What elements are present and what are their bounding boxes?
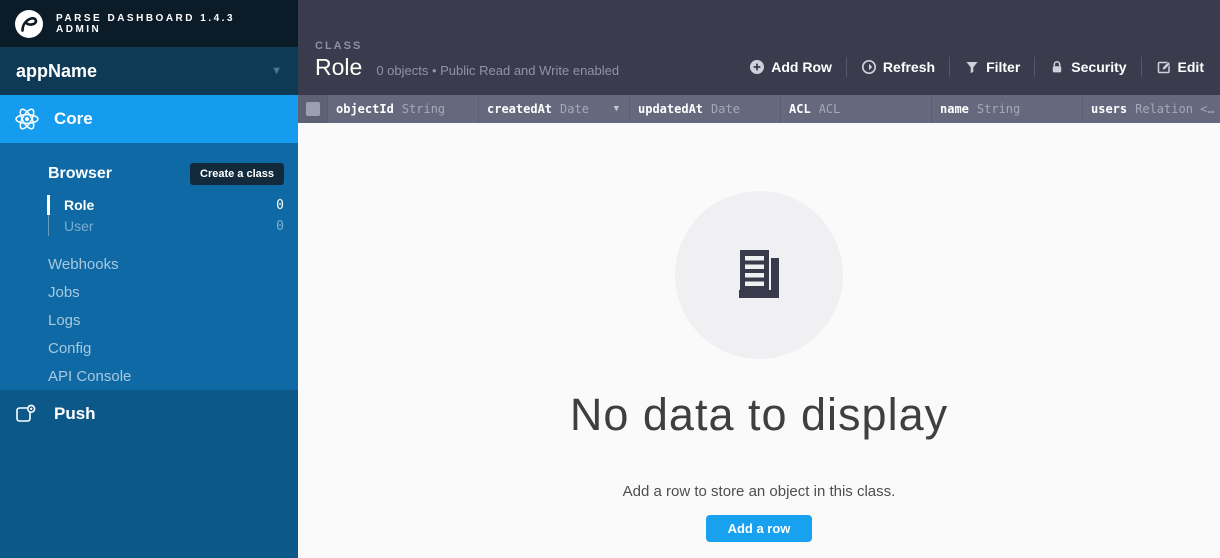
- column-name: objectId: [336, 102, 394, 116]
- atom-icon: [14, 106, 40, 132]
- brand-subtitle: ADMIN: [56, 24, 235, 35]
- toolbar-label: Add Row: [771, 59, 832, 75]
- toolbar-label: Security: [1071, 59, 1126, 75]
- select-all-cell: [298, 95, 328, 123]
- column-type: ACL: [819, 102, 841, 116]
- column-header-name[interactable]: name String: [932, 95, 1083, 123]
- sidebar-core-label: Core: [54, 109, 93, 129]
- sidebar-item-config[interactable]: Config: [0, 334, 298, 362]
- sidebar-section-push[interactable]: Push: [0, 390, 298, 558]
- add-row-toolbar-button[interactable]: Add Row: [749, 57, 832, 77]
- push-notification-icon: [14, 402, 38, 426]
- column-header-updatedat[interactable]: updatedAt Date: [630, 95, 781, 123]
- class-item-user[interactable]: User 0: [49, 216, 298, 236]
- brand-title: PARSE DASHBOARD 1.4.3: [56, 13, 235, 24]
- sidebar-item-jobs[interactable]: Jobs: [0, 278, 298, 306]
- sidebar-item-logs[interactable]: Logs: [0, 306, 298, 334]
- class-name: Role: [64, 197, 276, 213]
- class-subtitle: 0 objects • Public Read and Write enable…: [376, 63, 619, 78]
- class-list: Role 0 User 0: [48, 195, 298, 236]
- app-name: appName: [16, 61, 271, 82]
- column-header-objectid[interactable]: objectId String: [328, 95, 479, 123]
- toolbar: Add Row Refresh Filter Security: [749, 57, 1204, 77]
- add-row-button[interactable]: Add a row: [706, 515, 813, 542]
- toolbar-divider: [846, 57, 847, 77]
- sort-desc-icon: ▼: [614, 104, 629, 114]
- security-button[interactable]: Security: [1049, 57, 1126, 77]
- column-type: String: [977, 102, 1020, 116]
- column-name: createdAt: [487, 102, 552, 116]
- column-header-acl[interactable]: ACL ACL: [781, 95, 932, 123]
- sidebar: PARSE DASHBOARD 1.4.3 ADMIN appName ▼ Co…: [0, 0, 298, 558]
- lock-icon: [1049, 59, 1065, 75]
- class-item-role[interactable]: Role 0: [49, 195, 298, 215]
- column-type: Date: [711, 102, 740, 116]
- toolbar-label: Filter: [986, 59, 1020, 75]
- edit-button[interactable]: Edit: [1156, 57, 1204, 77]
- sidebar-item-browser[interactable]: Browser: [48, 165, 190, 183]
- toolbar-divider: [949, 57, 950, 77]
- class-header: CLASS Role 0 objects • Public Read and W…: [298, 0, 1220, 95]
- sidebar-push-label: Push: [54, 404, 96, 424]
- table-header: objectId String createdAt Date ▼ updated…: [298, 95, 1220, 123]
- table-body: No data to display Add a row to store an…: [298, 123, 1220, 558]
- refresh-button[interactable]: Refresh: [861, 57, 935, 77]
- parse-logo-icon: [14, 9, 44, 39]
- class-eyebrow: CLASS: [315, 40, 1204, 52]
- toolbar-divider: [1141, 57, 1142, 77]
- toolbar-label: Refresh: [883, 59, 935, 75]
- column-name: ACL: [789, 102, 811, 116]
- filter-button[interactable]: Filter: [964, 57, 1020, 77]
- column-name: updatedAt: [638, 102, 703, 116]
- add-circle-icon: [749, 59, 765, 75]
- document-stack-icon: [727, 243, 791, 307]
- filter-icon: [964, 59, 980, 75]
- app-selector[interactable]: appName ▼: [0, 47, 298, 95]
- class-count: 0: [276, 198, 284, 213]
- toolbar-divider: [1034, 57, 1035, 77]
- brand-header[interactable]: PARSE DASHBOARD 1.4.3 ADMIN: [0, 0, 298, 47]
- column-type: Relation <…: [1135, 102, 1214, 116]
- column-header-users[interactable]: users Relation <…: [1083, 95, 1220, 123]
- sidebar-nav: Browser Create a class Role 0 User 0 Web…: [0, 143, 298, 390]
- column-type: String: [402, 102, 445, 116]
- column-header-createdat[interactable]: createdAt Date ▼: [479, 95, 630, 123]
- page-title: Role: [315, 54, 362, 81]
- edit-icon: [1156, 59, 1172, 75]
- column-name: users: [1091, 102, 1127, 116]
- toolbar-label: Edit: [1178, 59, 1204, 75]
- sidebar-section-core[interactable]: Core: [0, 95, 298, 143]
- empty-state-subtitle: Add a row to store an object in this cla…: [623, 483, 896, 500]
- column-name: name: [940, 102, 969, 116]
- class-count: 0: [276, 219, 284, 234]
- class-name: User: [64, 218, 276, 234]
- column-type: Date: [560, 102, 589, 116]
- create-class-button[interactable]: Create a class: [190, 163, 284, 185]
- empty-state-circle: [675, 191, 843, 359]
- sidebar-item-api-console[interactable]: API Console: [0, 362, 298, 390]
- empty-state-title: No data to display: [570, 389, 948, 441]
- select-all-checkbox[interactable]: [306, 102, 320, 116]
- chevron-down-icon: ▼: [271, 65, 282, 77]
- refresh-icon: [861, 59, 877, 75]
- sidebar-item-webhooks[interactable]: Webhooks: [0, 250, 298, 278]
